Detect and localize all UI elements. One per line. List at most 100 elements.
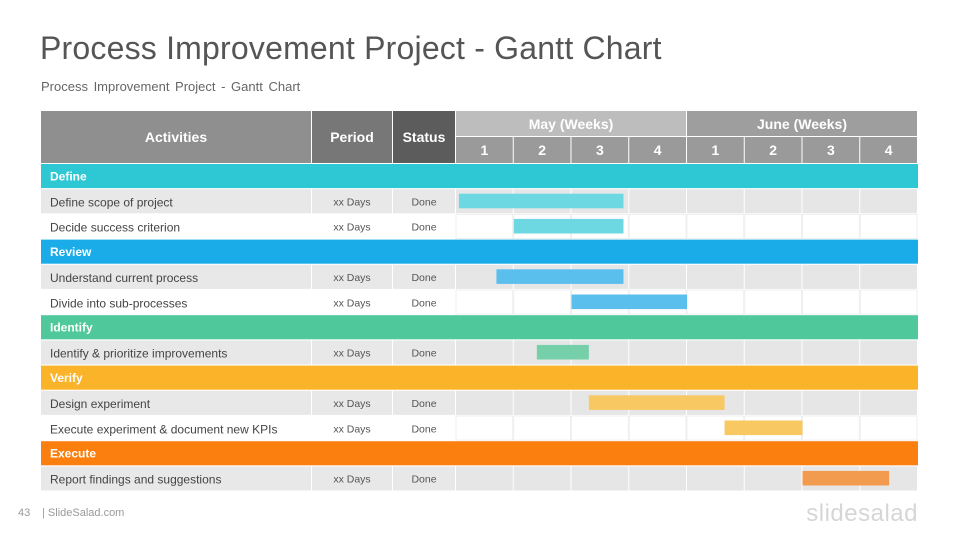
gantt-bar bbox=[571, 294, 687, 310]
week-cell bbox=[687, 264, 744, 289]
task-status: Done bbox=[411, 423, 436, 435]
week-cell bbox=[571, 466, 629, 491]
header-week: 3 bbox=[596, 142, 604, 158]
week-cell bbox=[513, 415, 571, 441]
header-status: Status bbox=[403, 129, 446, 145]
header-activities: Activities bbox=[145, 129, 207, 145]
gantt-bar bbox=[802, 470, 890, 486]
week-cell bbox=[455, 213, 514, 239]
header-month: June (Weeks) bbox=[757, 116, 847, 132]
week-cell bbox=[513, 466, 571, 491]
week-cell bbox=[802, 390, 860, 415]
header-week: 1 bbox=[480, 142, 488, 158]
week-cell bbox=[802, 340, 860, 365]
task-period: xx Days bbox=[333, 474, 370, 486]
week-cell bbox=[628, 213, 687, 239]
task-status: Done bbox=[411, 348, 436, 360]
week-cell bbox=[744, 264, 802, 289]
week-cell bbox=[687, 340, 744, 365]
header-week: 2 bbox=[769, 142, 777, 158]
week-cell bbox=[744, 213, 802, 239]
gantt-bar bbox=[536, 344, 589, 360]
week-cell bbox=[744, 289, 802, 315]
phase-band bbox=[41, 164, 918, 189]
phase-band bbox=[41, 441, 918, 466]
week-cell bbox=[802, 213, 860, 239]
task-period: xx Days bbox=[333, 197, 370, 209]
week-cell bbox=[744, 340, 802, 365]
slidesalad-logo: slidesalad bbox=[806, 500, 918, 527]
task-period: xx Days bbox=[333, 348, 370, 360]
task-status: Done bbox=[411, 297, 436, 309]
week-cell bbox=[859, 213, 918, 239]
header-week: 4 bbox=[885, 142, 893, 158]
gantt-bar bbox=[724, 420, 803, 436]
week-cell bbox=[629, 264, 686, 289]
page-number: 43 bbox=[18, 507, 31, 519]
task-period: xx Days bbox=[333, 272, 370, 284]
task-name: Report findings and suggestions bbox=[50, 473, 221, 487]
gantt-bar bbox=[588, 395, 725, 410]
week-cell bbox=[859, 415, 918, 441]
week-cell bbox=[860, 189, 917, 214]
header-month: May (Weeks) bbox=[529, 116, 614, 132]
week-cell bbox=[629, 189, 686, 214]
task-name: Define scope of project bbox=[50, 196, 173, 210]
task-period: xx Days bbox=[333, 398, 370, 410]
task-name: Understand current process bbox=[50, 271, 198, 285]
header-week: 1 bbox=[711, 142, 719, 158]
week-cell bbox=[455, 289, 514, 315]
week-cell bbox=[629, 340, 686, 365]
week-cell bbox=[628, 415, 687, 441]
week-cell bbox=[860, 390, 917, 415]
phase-band bbox=[41, 239, 918, 264]
week-cell bbox=[859, 289, 918, 315]
gantt-bar bbox=[458, 193, 624, 209]
week-cell bbox=[456, 340, 513, 365]
task-name: Design experiment bbox=[50, 397, 151, 411]
phase-band bbox=[41, 365, 918, 390]
phase-band bbox=[41, 315, 918, 340]
task-status: Done bbox=[411, 197, 436, 209]
task-status: Done bbox=[411, 398, 436, 410]
phase-label: Review bbox=[50, 245, 92, 259]
week-cell bbox=[513, 289, 571, 315]
week-cell bbox=[744, 466, 802, 491]
gantt-bar bbox=[513, 218, 624, 234]
week-cell bbox=[686, 289, 745, 315]
task-name: Identify & prioritize improvements bbox=[50, 347, 227, 361]
task-status: Done bbox=[411, 474, 436, 486]
task-status: Done bbox=[411, 272, 436, 284]
week-cell bbox=[802, 264, 860, 289]
week-cell bbox=[687, 189, 744, 214]
header-period: Period bbox=[330, 129, 374, 145]
week-cell bbox=[744, 390, 802, 415]
phase-label: Execute bbox=[50, 447, 96, 461]
week-cell bbox=[744, 189, 802, 214]
gantt-bar bbox=[496, 269, 624, 284]
task-name: Divide into sub-processes bbox=[50, 296, 187, 310]
footer-site: | SlideSalad.com bbox=[42, 507, 125, 519]
phase-label: Verify bbox=[50, 371, 83, 385]
phase-label: Define bbox=[50, 169, 87, 183]
week-cell bbox=[456, 390, 513, 415]
task-name: Decide success criterion bbox=[50, 221, 180, 235]
task-status: Done bbox=[411, 222, 436, 234]
header-week: 2 bbox=[538, 142, 546, 158]
week-cell bbox=[686, 213, 745, 239]
phase-label: Identify bbox=[50, 321, 93, 335]
header-week: 4 bbox=[654, 142, 662, 158]
week-cell bbox=[802, 189, 860, 214]
week-cell bbox=[571, 415, 629, 441]
week-cell bbox=[802, 289, 860, 315]
week-cell bbox=[687, 466, 744, 491]
week-cell bbox=[629, 466, 686, 491]
week-cell bbox=[802, 415, 860, 441]
task-name: Execute experiment & document new KPIs bbox=[50, 422, 277, 436]
week-cell bbox=[513, 390, 571, 415]
gantt-chart: Activities Period Status May (Weeks) June (W… bbox=[41, 111, 918, 491]
week-cell bbox=[860, 340, 917, 365]
task-period: xx Days bbox=[333, 222, 370, 234]
week-cell bbox=[455, 415, 514, 441]
header-week: 3 bbox=[827, 142, 835, 158]
